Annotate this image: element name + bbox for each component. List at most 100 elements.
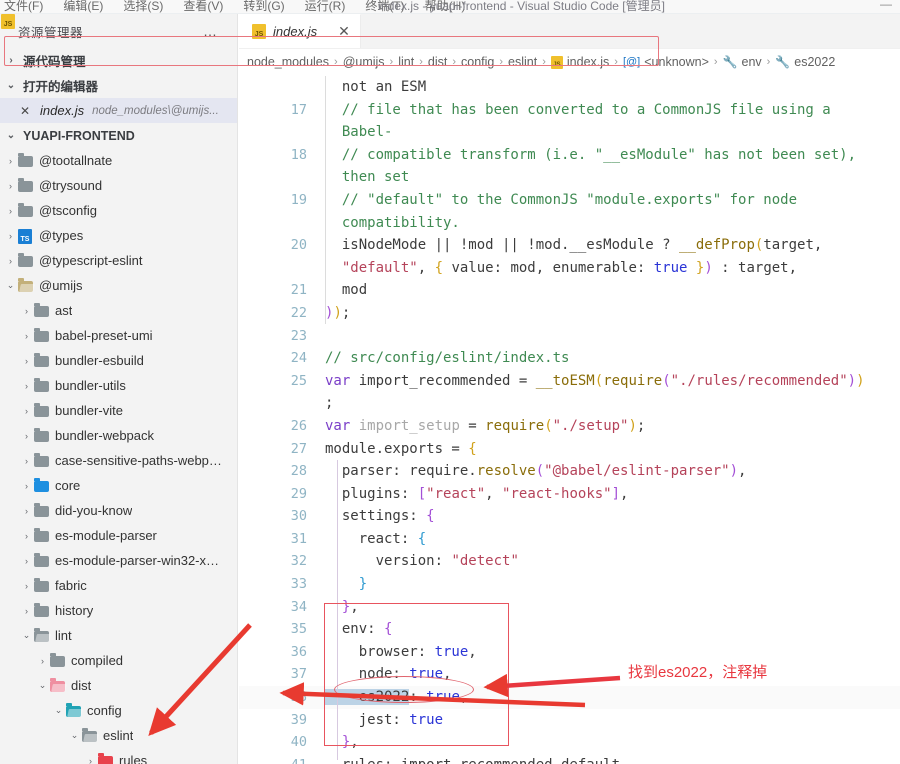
chevron-right-icon[interactable]: › [4,206,17,216]
breadcrumb-item-eslint[interactable]: eslint [508,55,537,69]
breadcrumb-item-config[interactable]: config [461,55,494,69]
code-line[interactable]: 41 rules: import_recommended.default, [239,754,900,764]
line-content[interactable]: plugins: ["react", "react-hooks"], [325,483,900,506]
chevron-right-icon[interactable]: › [20,456,33,466]
code-line[interactable]: ; [239,392,900,415]
code-editor[interactable]: not an ESM 17 // file that has been conve… [239,76,900,764]
code-line[interactable]: Babel- [239,121,900,144]
line-content[interactable]: not an ESM [325,76,900,99]
line-content[interactable]: // compatible transform (i.e. "__esModul… [325,144,900,167]
close-icon[interactable]: ✕ [18,104,32,118]
tree-item-ast[interactable]: › ast [0,298,237,323]
line-content[interactable]: parser: require.resolve("@babel/eslint-p… [325,460,900,483]
chevron-right-icon[interactable]: › [36,656,49,666]
code-line[interactable]: 35 env: { [239,618,900,641]
chevron-right-icon[interactable]: › [4,256,17,266]
menu-item-select[interactable]: 选择(S) [123,0,163,13]
chevron-down-icon[interactable]: ⌄ [36,680,49,691]
code-line[interactable]: 23 [239,325,900,348]
code-line[interactable]: 17 // file that has been converted to a … [239,99,900,122]
line-content[interactable]: }, [325,596,900,619]
code-line[interactable]: compatibility. [239,212,900,235]
breadcrumb-item-index-js[interactable]: JS index.js [550,55,609,69]
code-line[interactable]: 27 module.exports = { [239,438,900,461]
tree-item-bundler-vite[interactable]: › bundler-vite [0,398,237,423]
sidebar-section-workspace[interactable]: ⌄ YUAPI-FRONTEND [0,123,237,148]
line-content[interactable]: // "default" to the CommonJS "module.exp… [325,189,900,212]
menu-item-file[interactable]: 文件(F) [4,0,43,13]
line-content[interactable]: es2022: true, [325,686,900,709]
tree-item-compiled[interactable]: › compiled [0,648,237,673]
code-line[interactable]: then set [239,166,900,189]
line-content[interactable]: var import_setup = require("./setup"); [325,415,900,438]
line-content[interactable]: jest: true [325,709,900,732]
code-line[interactable]: 34 }, [239,596,900,619]
code-line[interactable]: 22)); [239,302,900,325]
code-line[interactable]: 24 // src/config/eslint/index.ts [239,347,900,370]
breadcrumb-item--umijs[interactable]: @umijs [343,55,385,69]
chevron-down-icon[interactable]: ⌄ [4,280,17,291]
breadcrumb-item-dist[interactable]: dist [428,55,447,69]
line-content[interactable]: settings: { [325,505,900,528]
more-actions-icon[interactable]: … [203,23,229,39]
tab-close-icon[interactable]: ✕ [338,23,350,40]
chevron-down-icon[interactable]: ⌄ [20,630,33,641]
code-line[interactable]: 32 version: "detect" [239,550,900,573]
chevron-right-icon[interactable]: › [20,606,33,616]
code-line[interactable]: 28 parser: require.resolve("@babel/eslin… [239,460,900,483]
tree-item--tsconfig[interactable]: › @tsconfig [0,198,237,223]
breadcrumb-item-env[interactable]: 🔧 env [723,55,762,69]
tree-item-config[interactable]: ⌄ config [0,698,237,723]
tree-item-rules[interactable]: › rules [0,748,237,764]
code-line[interactable]: 29 plugins: ["react", "react-hooks"], [239,483,900,506]
sidebar-section-open-editors[interactable]: ⌄ 打开的编辑器 [0,73,237,98]
chevron-right-icon[interactable]: › [84,756,97,764]
code-line[interactable]: 31 react: { [239,528,900,551]
chevron-right-icon[interactable]: › [4,231,17,241]
tree-item-case-sensitive-paths-webp-[interactable]: › case-sensitive-paths-webp… [0,448,237,473]
code-line[interactable]: 40 }, [239,731,900,754]
code-line[interactable]: 30 settings: { [239,505,900,528]
menu-item-go[interactable]: 转到(G) [243,0,284,13]
tree-item-es-module-parser-win32-x-[interactable]: › es-module-parser-win32-x… [0,548,237,573]
code-line[interactable]: 26 var import_setup = require("./setup"); [239,415,900,438]
chevron-down-icon[interactable]: ⌄ [52,705,65,716]
tree-item-bundler-webpack[interactable]: › bundler-webpack [0,423,237,448]
chevron-right-icon[interactable]: › [20,481,33,491]
code-line[interactable]: 38 es2022: true, [239,686,900,709]
tree-item-eslint[interactable]: ⌄ eslint [0,723,237,748]
line-content[interactable]: var import_recommended = __toESM(require… [325,370,900,393]
code-line[interactable]: 37 node: true, [239,663,900,686]
tree-item-es-module-parser[interactable]: › es-module-parser [0,523,237,548]
line-content[interactable]: // src/config/eslint/index.ts [325,347,900,370]
sidebar-section-source-control[interactable]: › 源代码管理 [0,48,237,73]
tree-item-fabric[interactable]: › fabric [0,573,237,598]
tab-index-js[interactable]: JS index.js ✕ [239,14,361,48]
line-content[interactable]: Babel- [325,121,900,144]
chevron-right-icon[interactable]: › [20,356,33,366]
tree-item-did-you-know[interactable]: › did-you-know [0,498,237,523]
code-line[interactable]: 33 } [239,573,900,596]
menu-item-view[interactable]: 查看(V) [183,0,223,13]
tree-item-history[interactable]: › history [0,598,237,623]
line-content[interactable]: // file that has been converted to a Com… [325,99,900,122]
chevron-right-icon[interactable]: › [20,306,33,316]
tree-item--typescript-eslint[interactable]: › @typescript-eslint [0,248,237,273]
code-line[interactable]: 25 var import_recommended = __toESM(requi… [239,370,900,393]
code-line[interactable]: 21 mod [239,279,900,302]
code-line[interactable]: 36 browser: true, [239,641,900,664]
line-content[interactable]: )); [325,302,900,325]
line-content[interactable]: module.exports = { [325,438,900,461]
line-content[interactable]: } [325,573,900,596]
chevron-right-icon[interactable]: › [20,406,33,416]
tree-item-bundler-esbuild[interactable]: › bundler-esbuild [0,348,237,373]
chevron-right-icon[interactable]: › [20,331,33,341]
line-content[interactable]: rules: import_recommended.default, [325,754,900,764]
line-content[interactable]: }, [325,731,900,754]
code-line[interactable]: 19 // "default" to the CommonJS "module.… [239,189,900,212]
line-content[interactable]: env: { [325,618,900,641]
tree-item--tootallnate[interactable]: › @tootallnate [0,148,237,173]
line-content[interactable]: ; [325,392,900,415]
chevron-down-icon[interactable]: ⌄ [68,730,81,741]
code-line[interactable]: 39 jest: true [239,709,900,732]
